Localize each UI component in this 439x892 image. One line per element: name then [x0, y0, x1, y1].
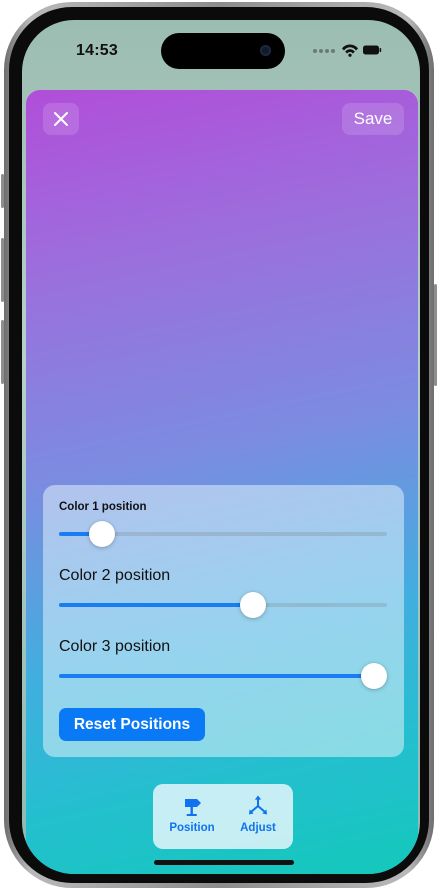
slider-fill: [59, 674, 374, 678]
tab-adjust-label: Adjust: [240, 822, 276, 834]
phone-frame: 14:53 Save Color 1 position Color 2 posi…: [1, 2, 437, 888]
side-button: [434, 284, 437, 386]
dynamic-island: [161, 33, 285, 69]
battery-icon: [363, 45, 382, 55]
screen: 14:53 Save Color 1 position Color 2 posi…: [22, 20, 420, 874]
gradient-preview-sheet: Save Color 1 position Color 2 position C…: [26, 90, 418, 874]
color-1-position-slider[interactable]: [59, 520, 387, 548]
camera-indicator-icon: [260, 45, 271, 56]
tab-position-label: Position: [169, 822, 215, 834]
signpost-icon: [185, 799, 201, 816]
status-bar: 14:53: [22, 20, 420, 86]
action-button: [1, 174, 4, 208]
tab-adjust[interactable]: Adjust: [225, 790, 291, 842]
save-button[interactable]: Save: [342, 103, 404, 135]
color-1-position-label: Color 1 position: [59, 501, 147, 513]
color-3-position-label: Color 3 position: [59, 638, 171, 655]
slider-thumb[interactable]: [360, 663, 387, 689]
slider-fill: [59, 603, 253, 607]
color-3-position-slider[interactable]: [59, 662, 387, 690]
signal-dots-icon: [313, 49, 335, 53]
volume-up-button: [1, 238, 4, 302]
slider-thumb[interactable]: [239, 592, 266, 618]
tab-bar: Position Adjust: [153, 784, 293, 849]
status-icons: [312, 43, 382, 57]
color-2-position-slider[interactable]: [59, 591, 387, 619]
position-controls-panel: Color 1 position Color 2 position Color …: [43, 485, 404, 757]
adjust-arrows-icon: [249, 795, 267, 815]
close-icon: [54, 112, 68, 126]
close-button[interactable]: [43, 103, 79, 135]
home-indicator: [154, 860, 294, 865]
slider-thumb[interactable]: [88, 521, 115, 547]
tab-position[interactable]: Position: [159, 790, 225, 842]
status-time: 14:53: [76, 42, 118, 59]
volume-down-button: [1, 320, 4, 384]
wifi-icon: [342, 44, 358, 57]
reset-positions-button[interactable]: Reset Positions: [59, 708, 205, 741]
color-2-position-label: Color 2 position: [59, 567, 171, 584]
